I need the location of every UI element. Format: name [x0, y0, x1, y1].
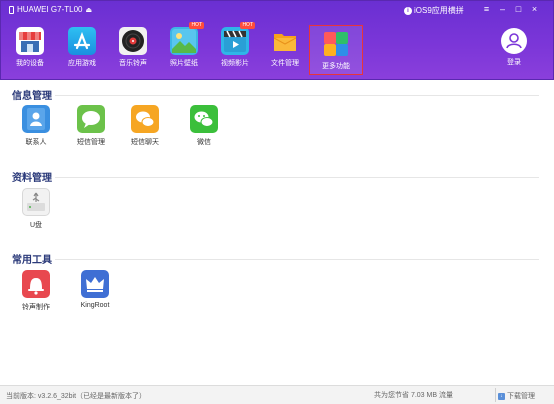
nav-files[interactable]: 文件管理	[258, 23, 312, 73]
contacts-icon	[22, 105, 50, 133]
tool-label: 微信	[197, 139, 211, 146]
eject-icon[interactable]: ⏏	[86, 6, 93, 14]
tool-contacts[interactable]: 联系人	[16, 105, 56, 147]
folder-icon	[271, 27, 299, 55]
ios-icon: i	[404, 6, 412, 15]
nav-apps-games[interactable]: 应用游戏	[55, 23, 109, 73]
phone-icon	[9, 5, 14, 14]
ios-app-link[interactable]: i iOS9应用横拼	[404, 5, 464, 16]
nav-my-device[interactable]: 我的设备	[3, 23, 57, 73]
nav-photos[interactable]: HOT 照片壁纸	[157, 22, 211, 73]
nav-label: 我的设备	[16, 60, 44, 67]
chat-bubbles-icon	[131, 105, 159, 133]
section-title-tools: 常用工具	[12, 255, 52, 266]
section-title-files: 资料管理	[12, 173, 52, 184]
tool-ringtone-maker[interactable]: 铃声制作	[16, 270, 56, 312]
sms-bubble-icon	[77, 105, 105, 133]
nav-label: 文件管理	[271, 60, 299, 67]
tool-usb-drive[interactable]: U盘	[16, 188, 56, 230]
download-manager-label: 下载管理	[507, 393, 535, 400]
hot-badge: HOT	[189, 22, 204, 29]
section-divider	[55, 177, 539, 178]
tool-kingroot[interactable]: KingRoot	[75, 270, 115, 309]
traffic-saved-text: 共为您节省 7.03 MB 流量	[374, 392, 453, 399]
device-name: HUAWEI G7-TL00	[17, 5, 83, 14]
section-divider	[55, 95, 539, 96]
tool-label: 短信管理	[77, 139, 105, 146]
status-bar: 当前版本: v3.2.6_32bit（已经是最新版本了） 共为您节省 7.03 …	[0, 385, 554, 404]
hot-badge: HOT	[240, 22, 255, 29]
menu-button[interactable]: ≡	[481, 4, 492, 15]
main-nav: 我的设备 应用游戏 音乐铃声 HOT 照片壁纸 HOT 视频影片 文件管理 更多…	[1, 22, 553, 79]
tool-label: U盘	[29, 222, 43, 229]
ios-link-label: iOS9应用横拼	[414, 6, 464, 15]
music-disc-icon	[119, 27, 147, 55]
nav-label: 应用游戏	[68, 60, 96, 67]
nav-label: 照片壁纸	[170, 60, 198, 67]
crown-icon	[81, 270, 109, 298]
login-button[interactable]: 登录	[499, 28, 529, 67]
login-label: 登录	[507, 59, 521, 66]
title-bar: HUAWEI G7-TL00 ⏏ i iOS9应用横拼 ≡ – □ ×	[1, 1, 553, 21]
bell-icon	[22, 270, 50, 298]
nav-music[interactable]: 音乐铃声	[106, 23, 160, 73]
tool-label: 铃声制作	[22, 304, 50, 311]
status-divider	[495, 388, 496, 402]
app-store-icon	[68, 27, 96, 55]
tool-wechat[interactable]: 微信	[184, 105, 224, 147]
tiles-icon	[322, 30, 350, 58]
tool-label: 短信聊天	[131, 139, 159, 146]
usb-drive-icon	[22, 188, 50, 216]
wechat-icon	[190, 105, 218, 133]
maximize-button[interactable]: □	[513, 4, 524, 15]
tool-sms-chat[interactable]: 短信聊天	[125, 105, 165, 147]
nav-label: 音乐铃声	[119, 60, 147, 67]
tool-sms-manager[interactable]: 短信管理	[71, 105, 111, 147]
nav-videos[interactable]: HOT 视频影片	[208, 22, 262, 73]
version-text: 当前版本: v3.2.6_32bit（已经是最新版本了）	[6, 393, 147, 400]
download-icon: ↓	[498, 392, 505, 400]
download-manager-button[interactable]: ↓ 下载管理	[498, 391, 535, 401]
device-selector[interactable]: HUAWEI G7-TL00 ⏏	[9, 5, 92, 14]
tool-label: KingRoot	[80, 302, 110, 309]
photo-icon: HOT	[170, 22, 204, 55]
close-button[interactable]: ×	[529, 4, 540, 15]
section-title-info: 信息管理	[12, 91, 52, 102]
user-icon	[501, 28, 527, 54]
nav-label: 视频影片	[221, 60, 249, 67]
nav-label: 更多功能	[322, 63, 350, 70]
clapperboard-icon: HOT	[221, 22, 255, 55]
store-icon	[16, 27, 44, 55]
tool-label: 联系人	[25, 139, 47, 146]
nav-more-features[interactable]: 更多功能	[309, 25, 363, 75]
minimize-button[interactable]: –	[497, 4, 508, 15]
app-header: HUAWEI G7-TL00 ⏏ i iOS9应用横拼 ≡ – □ × 我的设备…	[0, 0, 554, 80]
section-divider	[55, 259, 539, 260]
